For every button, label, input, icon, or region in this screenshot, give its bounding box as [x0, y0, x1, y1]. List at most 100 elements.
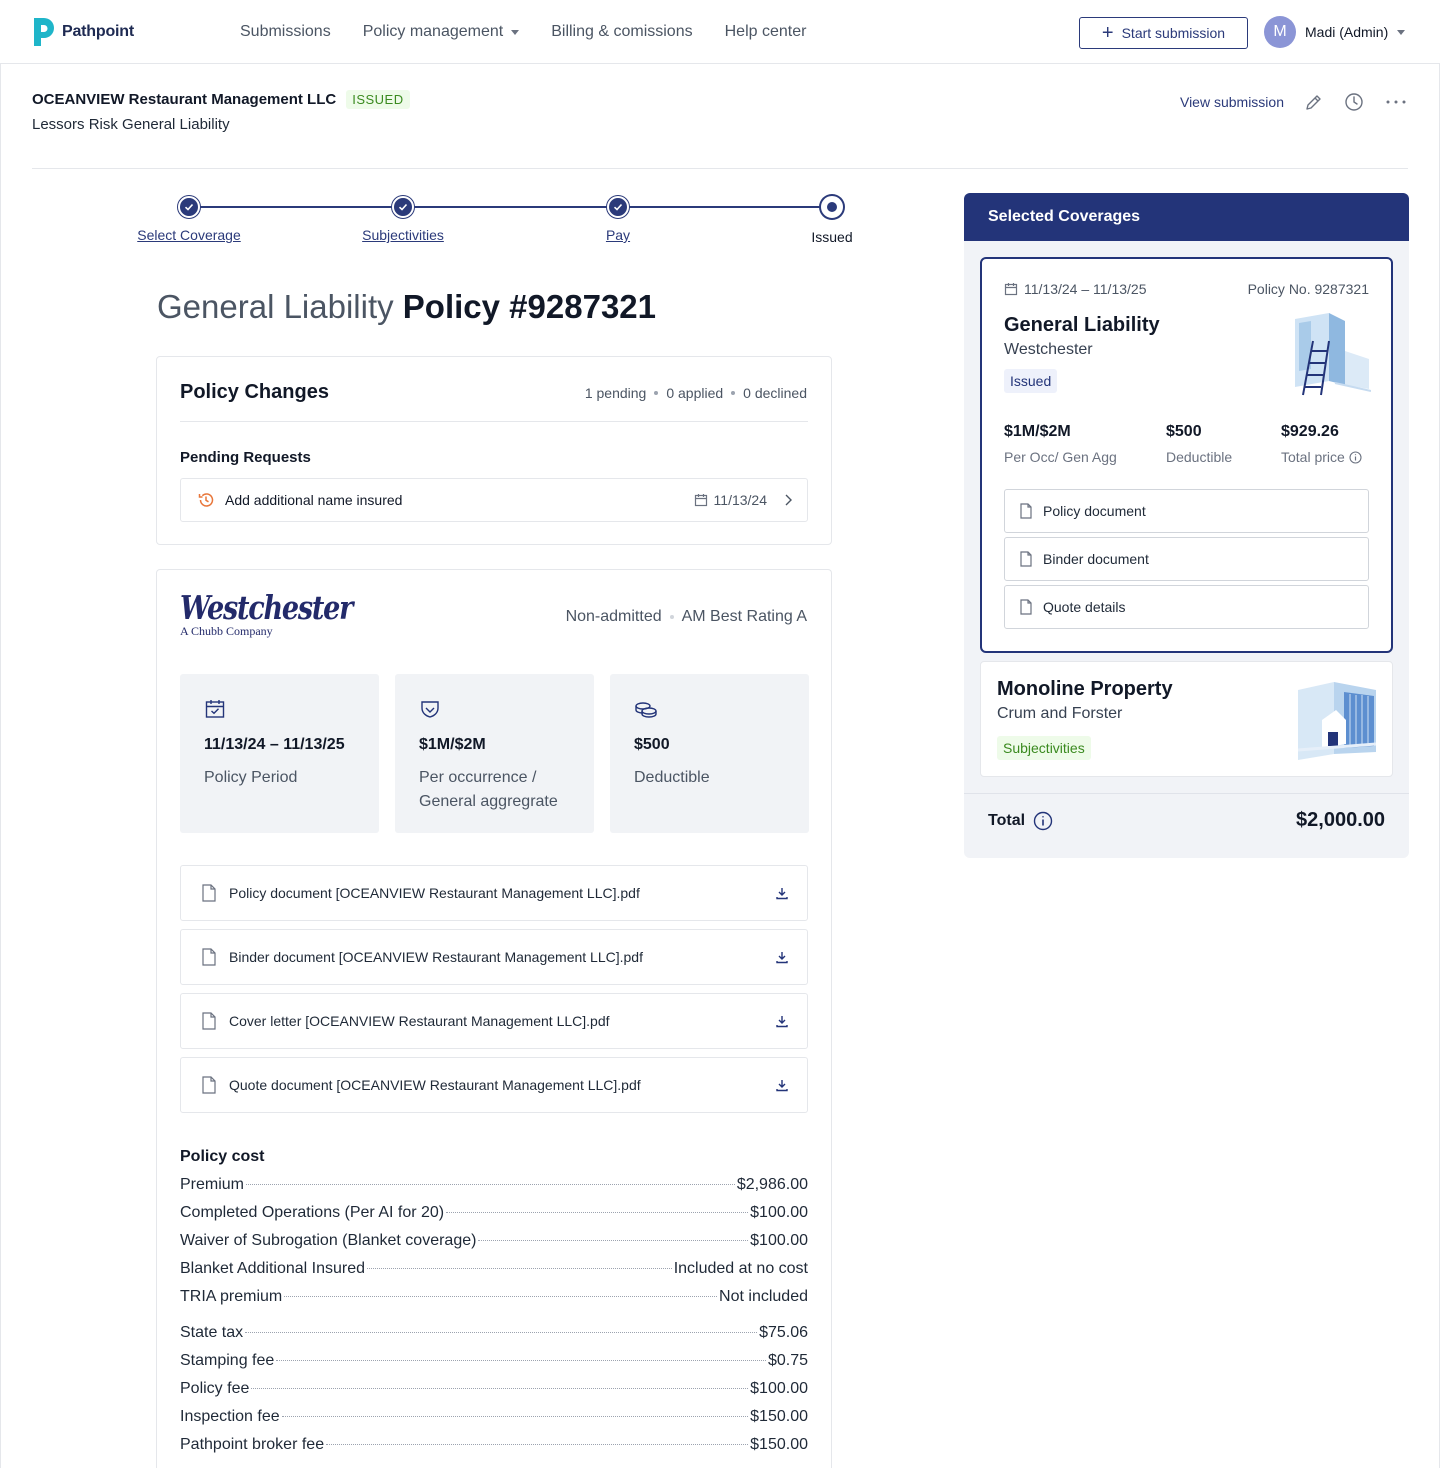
price-metric-value: $929.26 — [1281, 423, 1339, 440]
nav-submissions[interactable]: Submissions — [240, 23, 331, 41]
file-icon — [1020, 599, 1032, 615]
binder-document-link[interactable]: Binder document — [1004, 537, 1369, 581]
divider — [180, 421, 808, 422]
download-icon[interactable] — [775, 1014, 789, 1028]
history-clock-icon[interactable] — [1344, 92, 1364, 112]
cost-row: Completed Operations (Per AI for 20) $100… — [180, 1204, 808, 1222]
pencil-icon[interactable] — [1304, 92, 1324, 112]
cost-label: Policy fee — [180, 1380, 250, 1397]
more-options-icon[interactable] — [1384, 92, 1408, 112]
deductible-metric-value: $500 — [1166, 423, 1202, 440]
view-submission-link[interactable]: View submission — [1180, 94, 1284, 110]
policy-number-label: Policy No. 9287321 — [1247, 281, 1369, 297]
cost-label: Stamping fee — [180, 1352, 275, 1369]
page-title: General Liability Policy #9287321 — [157, 288, 656, 326]
cost-row: Pathpoint broker fee $150.00 — [180, 1436, 808, 1454]
dot-leader — [326, 1444, 749, 1445]
brand-name: Pathpoint — [62, 23, 134, 40]
dot-separator — [731, 391, 736, 395]
cost-row: Premium $2,986.00 — [180, 1176, 808, 1194]
file-icon — [202, 1012, 216, 1030]
pending-request-row[interactable]: Add additional name insured 11/13/24 — [180, 478, 808, 522]
monoline-property-coverage-card[interactable]: Monoline Property Crum and Forster Subje… — [980, 661, 1393, 777]
coverage-title: Monoline Property — [997, 678, 1173, 700]
dot-leader — [246, 1184, 735, 1185]
coverage-carrier: Crum and Forster — [997, 705, 1123, 722]
limits-metric: $1M/$2M Per Occ/ Gen Agg — [1004, 423, 1117, 465]
policy-period-value: 11/13/24 – 11/13/25 — [204, 736, 345, 753]
deductible-metric: $500 Deductible — [1166, 423, 1232, 465]
dot-leader — [281, 1416, 749, 1417]
info-icon[interactable] — [1349, 450, 1362, 464]
nav-billing[interactable]: Billing & comissions — [551, 23, 692, 41]
step-select-coverage[interactable]: Select Coverage — [137, 227, 241, 243]
coins-icon — [635, 702, 657, 718]
document-row[interactable]: Binder document [OCEANVIEW Restaurant Ma… — [180, 929, 808, 985]
user-name: Madi (Admin) — [1305, 24, 1389, 40]
quote-details-link[interactable]: Quote details — [1004, 585, 1369, 629]
document-row[interactable]: Quote document [OCEANVIEW Restaurant Man… — [180, 1057, 808, 1113]
document-name: Policy document [OCEANVIEW Restaurant Ma… — [229, 885, 640, 901]
cost-label: Blanket Additional Insured — [180, 1260, 366, 1277]
limits-label: Per occurrence / General aggregrate — [419, 769, 558, 810]
document-row[interactable]: Cover letter [OCEANVIEW Restaurant Manag… — [180, 993, 808, 1049]
coverage-status-badge: Issued — [1004, 369, 1058, 393]
document-row[interactable]: Policy document [OCEANVIEW Restaurant Ma… — [180, 865, 808, 921]
cost-row: Inspection fee $150.00 — [180, 1408, 808, 1426]
pending-requests-heading: Pending Requests — [180, 449, 311, 466]
cost-row: Policy fee $100.00 — [180, 1380, 808, 1398]
step-issued: Issued — [811, 229, 853, 245]
start-submission-button[interactable]: + Start submission — [1079, 17, 1248, 49]
header-actions: View submission — [1180, 92, 1408, 112]
building-illustration-icon — [1297, 682, 1377, 760]
shield-icon — [421, 701, 439, 718]
quote-details-label: Quote details — [1043, 599, 1126, 615]
pathpoint-logo[interactable]: Pathpoint — [32, 16, 134, 48]
westchester-logo: Westchester A Chubb Company — [180, 589, 390, 639]
cost-row: Stamping fee $0.75 — [180, 1352, 808, 1370]
document-name: Binder document [OCEANVIEW Restaurant Ma… — [229, 949, 643, 965]
policy-title-prefix: General Liability — [157, 288, 394, 325]
declined-count: 0 declined — [743, 385, 807, 401]
dot-leader — [367, 1268, 672, 1269]
nav-policy-management[interactable]: Policy management — [363, 23, 520, 41]
info-icon[interactable] — [1033, 811, 1053, 831]
file-icon — [202, 948, 216, 966]
download-icon[interactable] — [775, 950, 789, 964]
cost-label: Pathpoint broker fee — [180, 1436, 325, 1453]
carrier-rating: AM Best Rating A — [681, 608, 807, 625]
calendar-icon — [694, 494, 707, 507]
calendar-icon — [1004, 283, 1018, 296]
step-subjectivities[interactable]: Subjectivities — [362, 227, 444, 243]
user-menu[interactable]: M Madi (Admin) — [1264, 16, 1406, 48]
cost-value: Not included — [719, 1288, 808, 1305]
download-icon[interactable] — [775, 1078, 789, 1092]
pending-count: 1 pending — [584, 385, 647, 401]
pending-history-icon — [198, 493, 214, 507]
policy-document-link[interactable]: Policy document — [1004, 489, 1369, 533]
pathpoint-logo-icon — [34, 18, 54, 46]
step-complete-check-icon — [392, 196, 414, 218]
cost-label: Premium — [180, 1176, 245, 1193]
step-connector — [189, 206, 403, 208]
total-label-wrap: Total — [988, 811, 1053, 831]
step-pay[interactable]: Pay — [606, 227, 630, 243]
deductible-label: Deductible — [634, 769, 710, 786]
dot-leader — [251, 1388, 749, 1389]
cost-row: Waiver of Subrogation (Blanket coverage)… — [180, 1232, 808, 1250]
limits-metric-label: Per Occ/ Gen Agg — [1004, 449, 1117, 465]
total-label: Total — [988, 812, 1026, 829]
document-name: Cover letter [OCEANVIEW Restaurant Manag… — [229, 1013, 610, 1029]
cost-label: State tax — [180, 1324, 244, 1341]
nav-help-center[interactable]: Help center — [725, 23, 807, 41]
cost-row: State tax $75.06 — [180, 1324, 808, 1342]
carrier-admission: Non-admitted — [565, 608, 662, 625]
download-icon[interactable] — [775, 886, 789, 900]
caret-down-icon — [1397, 29, 1406, 35]
dot-leader — [446, 1212, 749, 1213]
nav-links: Submissions Policy management Billing & … — [240, 0, 806, 64]
coverage-dates-value: 11/13/24 – 11/13/25 — [1024, 281, 1147, 297]
policy-period-tile: 11/13/24 – 11/13/25 Policy Period — [180, 674, 379, 833]
coverage-status-badge: Subjectivities — [997, 736, 1091, 760]
general-liability-coverage-card[interactable]: 11/13/24 – 11/13/25 Policy No. 9287321 G… — [980, 257, 1393, 653]
